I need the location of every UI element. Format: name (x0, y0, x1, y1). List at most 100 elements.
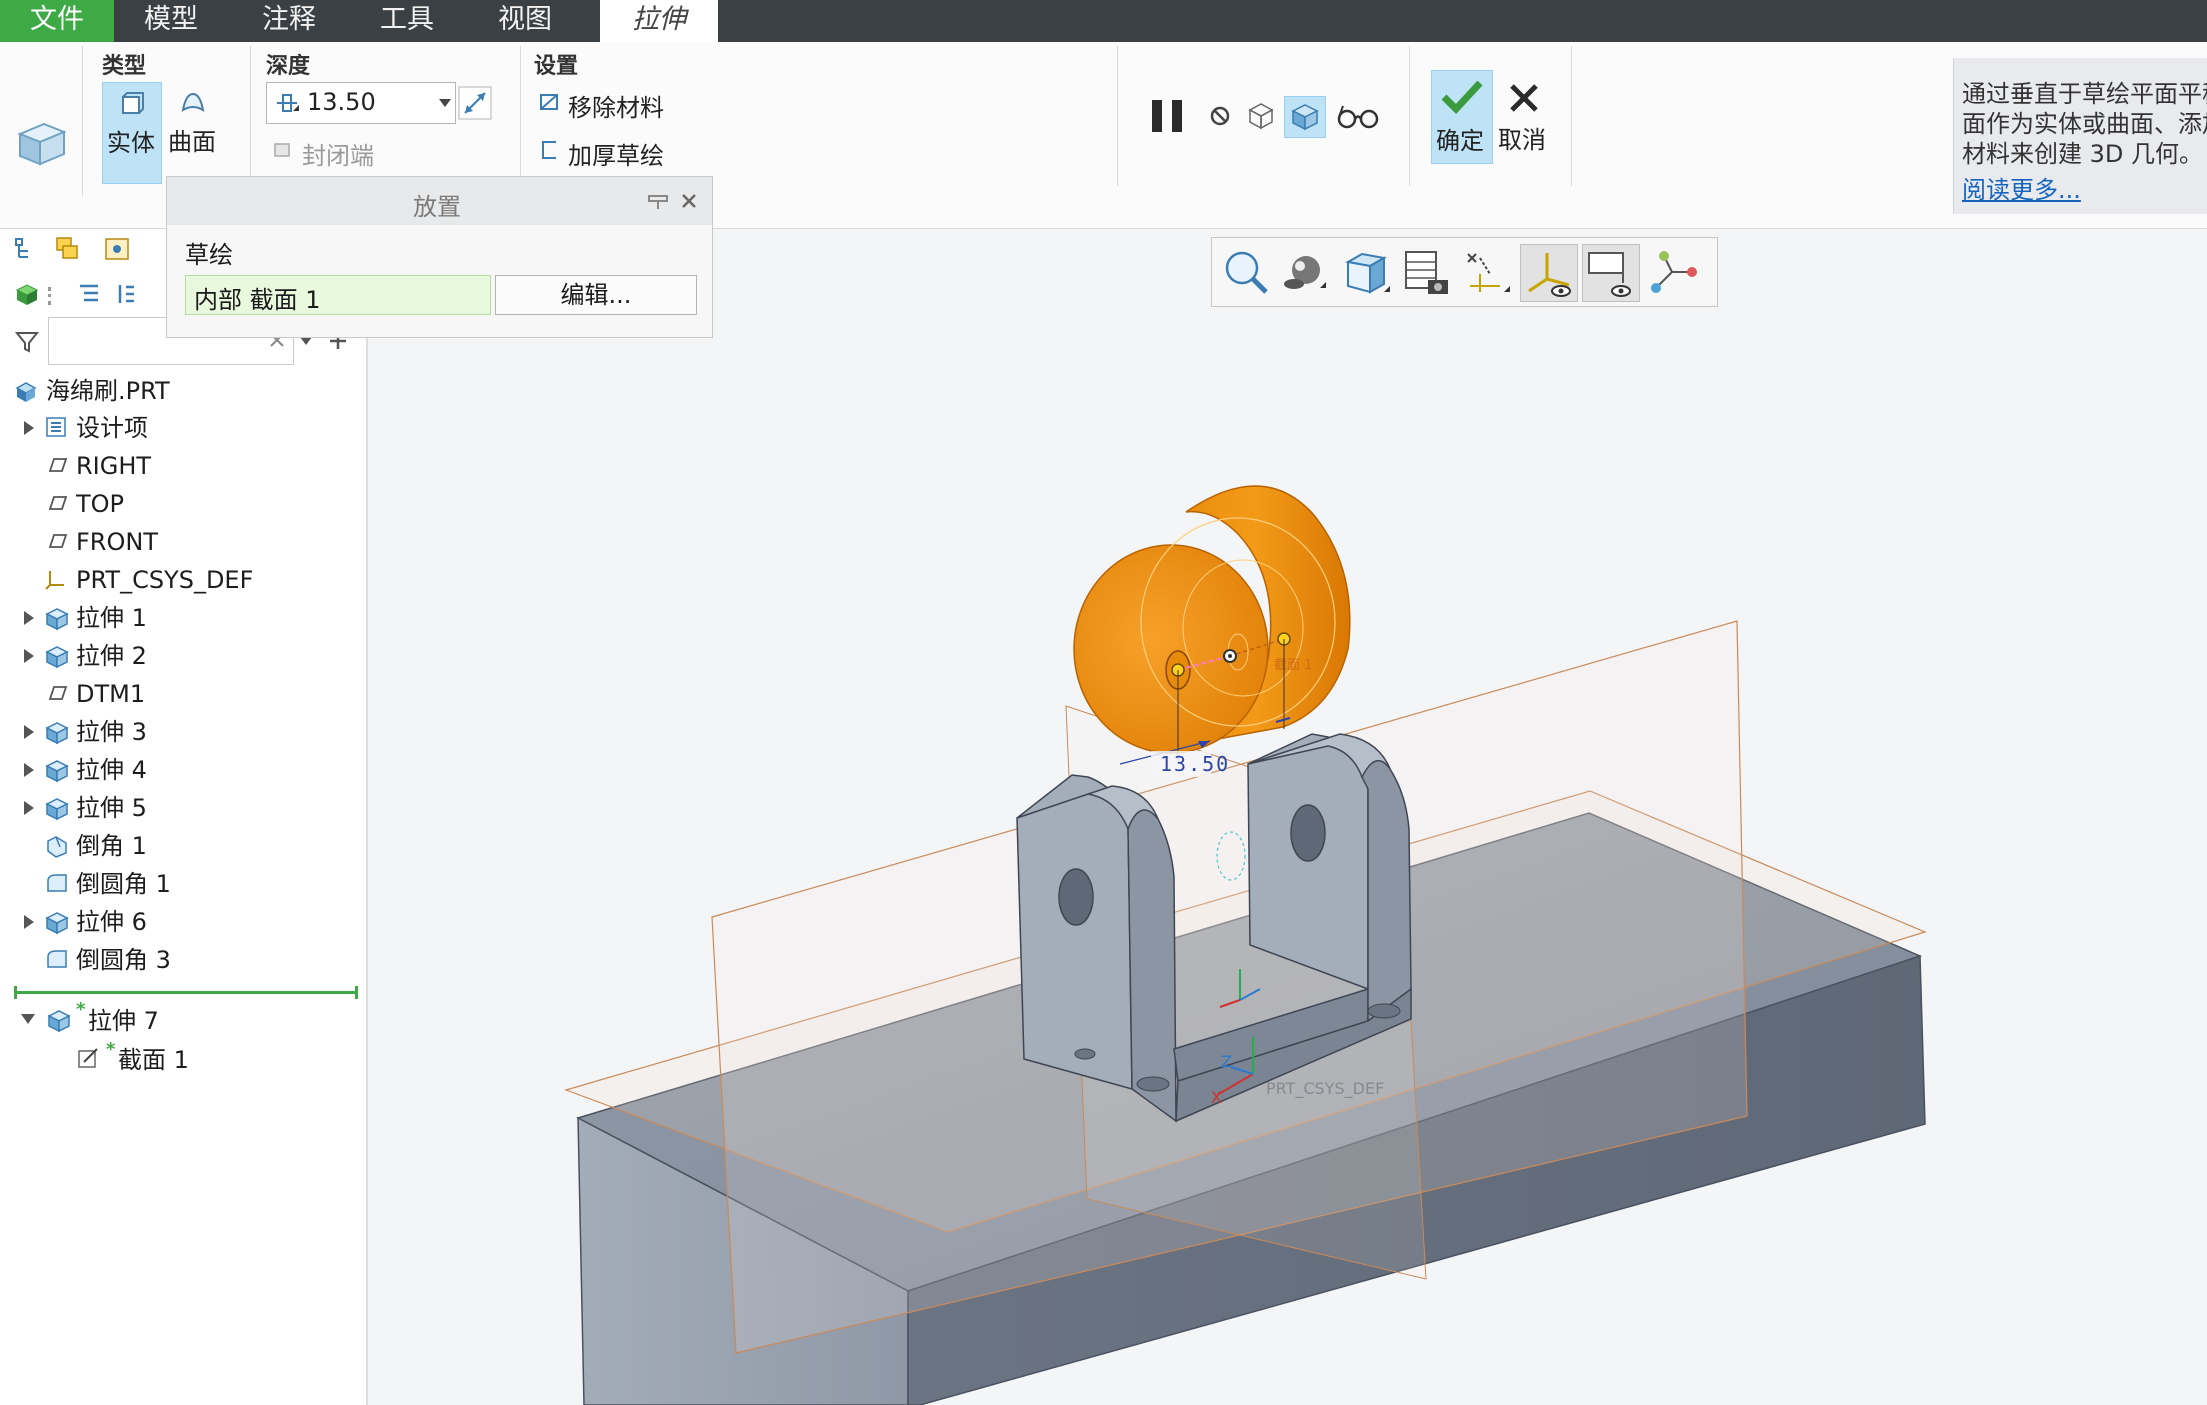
new-feature-marker: * (106, 1039, 116, 1060)
tab-view[interactable]: 视图 (468, 0, 582, 42)
graphics-viewport[interactable]: 截面 1 13.50 Z X PRT_CSYS_DEF (368, 229, 2207, 1405)
extrude-icon (45, 608, 69, 631)
datum-display-icon[interactable] (1460, 246, 1512, 298)
tree-item[interactable]: 拉伸 1 (76, 600, 147, 636)
model-tree-icon[interactable] (14, 237, 36, 261)
separator (1409, 46, 1410, 186)
view-toolbar (1211, 237, 1718, 307)
sketch-collector[interactable]: 内部 截面 1 (185, 275, 491, 315)
verify-glasses-icon[interactable] (1336, 102, 1380, 132)
filter-icon[interactable] (14, 329, 40, 355)
capped-ends-label[interactable]: 封闭端 (302, 136, 374, 171)
expand-arrow-icon[interactable] (24, 915, 34, 929)
tree-item[interactable]: 倒圆角 1 (76, 866, 171, 902)
tab-tools[interactable]: 工具 (350, 0, 464, 42)
separator (250, 46, 251, 176)
layer-tree-icon[interactable] (54, 235, 82, 263)
spin-center-icon[interactable] (1646, 246, 1706, 298)
display-style-icon[interactable] (1278, 246, 1330, 298)
close-icon[interactable] (679, 191, 699, 211)
csys-display-button[interactable] (1520, 244, 1578, 302)
surface-button[interactable]: 曲面 (164, 82, 222, 182)
extrude-icon (47, 1010, 71, 1033)
saved-orientations-icon[interactable] (1340, 246, 1392, 298)
tree-columns-icon[interactable] (114, 281, 140, 307)
clevis-right-ear-front[interactable] (1361, 760, 1412, 1023)
pin-icon[interactable] (647, 191, 669, 211)
clevis-left-ear-front[interactable] (1127, 809, 1177, 1123)
flip-direction-icon[interactable] (458, 86, 492, 120)
sketch-section-icon (78, 1048, 98, 1068)
collapse-arrow-icon[interactable] (21, 1014, 35, 1024)
depth-dropdown-arrow-icon[interactable] (439, 99, 451, 107)
tree-item[interactable]: 倒角 1 (76, 828, 147, 864)
sketch-label: 草绘 (185, 241, 233, 269)
clevis-right-hole[interactable] (1290, 804, 1326, 862)
tree-item[interactable]: DTM1 (76, 676, 145, 712)
depth-dimension-text[interactable]: 13.50 (1160, 752, 1230, 776)
expand-arrow-icon[interactable] (24, 421, 34, 435)
tree-item[interactable]: 倒圆角 3 (76, 942, 171, 978)
ok-button[interactable]: 确定 (1431, 70, 1493, 164)
favorites-icon[interactable] (104, 237, 130, 261)
tree-root-part[interactable]: 海绵刷.PRT (46, 373, 170, 409)
expand-arrow-icon[interactable] (24, 725, 34, 739)
depth-value[interactable]: 13.50 (307, 88, 376, 116)
tree-item[interactable]: PRT_CSYS_DEF (76, 562, 253, 598)
tree-item[interactable]: FRONT (76, 524, 158, 560)
thicken-sketch-icon[interactable] (538, 138, 562, 162)
cancel-button[interactable]: 取消 (1494, 70, 1556, 162)
tree-item[interactable]: TOP (76, 486, 124, 522)
round-icon (47, 950, 67, 968)
solid-button[interactable]: 实体 (102, 82, 162, 184)
expand-arrow-icon[interactable] (24, 801, 34, 815)
placement-panel: 放置 草绘 内部 截面 1 编辑... (166, 176, 713, 338)
placement-title: 放置 (413, 193, 461, 221)
help-text-line: 材料来创建 3D 几何。 (1962, 140, 2204, 168)
tree-item[interactable]: 拉伸 2 (76, 638, 147, 674)
tree-item-section[interactable]: 截面 1 (118, 1042, 189, 1078)
expand-arrow-icon[interactable] (24, 649, 34, 663)
depth-input[interactable]: 13.50 (266, 82, 456, 124)
tab-file[interactable]: 文件 (0, 0, 114, 42)
refit-icon[interactable] (1220, 246, 1272, 298)
tree-item[interactable]: RIGHT (76, 448, 151, 484)
tab-annotate[interactable]: 注释 (232, 0, 346, 42)
search-dropdown-icon[interactable] (300, 337, 312, 345)
remove-material-icon[interactable] (538, 90, 562, 114)
read-more-link[interactable]: 阅读更多... (1962, 170, 2081, 205)
view-manager-icon[interactable] (1400, 246, 1452, 298)
mount-hole (1136, 1076, 1170, 1092)
tab-model[interactable]: 模型 (114, 0, 228, 42)
menu-bar: 文件 模型 注释 工具 视图 拉伸 (0, 0, 2207, 42)
tree-item-active-extrude[interactable]: 拉伸 7 (88, 1003, 159, 1039)
thicken-sketch-label[interactable]: 加厚草绘 (568, 136, 664, 171)
tree-item[interactable]: 拉伸 6 (76, 904, 147, 940)
chamfer-icon (47, 836, 67, 858)
edit-sketch-button[interactable]: 编辑... (495, 275, 697, 315)
expand-arrow-icon[interactable] (24, 763, 34, 777)
extrude-preview-face[interactable] (1073, 544, 1269, 754)
expand-arrow-icon[interactable] (24, 611, 34, 625)
insert-here-indicator[interactable] (14, 991, 358, 994)
tree-item[interactable]: 设计项 (76, 410, 148, 446)
tree-settings-icon[interactable] (76, 281, 102, 307)
feature-preview-icon (1291, 104, 1319, 131)
separator (82, 46, 83, 196)
tab-extrude[interactable]: 拉伸 (600, 0, 718, 42)
feature-preview-button[interactable] (1284, 96, 1326, 138)
new-feature-marker: * (76, 999, 86, 1020)
remove-material-label[interactable]: 移除材料 (568, 88, 664, 123)
tree-item[interactable]: 拉伸 4 (76, 752, 147, 788)
geometry-preview-icon[interactable] (1244, 98, 1278, 132)
tree-item[interactable]: 拉伸 5 (76, 790, 147, 826)
model-3d-view[interactable]: 截面 1 13.50 Z X PRT_CSYS_DEF (368, 229, 2207, 1405)
type-group-title: 类型 (102, 54, 147, 79)
clevis-left-hole[interactable] (1058, 868, 1094, 926)
no-preview-icon[interactable] (1208, 104, 1232, 128)
tree-item[interactable]: 拉伸 3 (76, 714, 147, 750)
clevis-left-ear-side[interactable] (1016, 774, 1133, 1090)
show-icon[interactable] (14, 281, 40, 307)
pause-icon[interactable] (1150, 96, 1186, 136)
annotation-display-button[interactable] (1582, 244, 1640, 302)
